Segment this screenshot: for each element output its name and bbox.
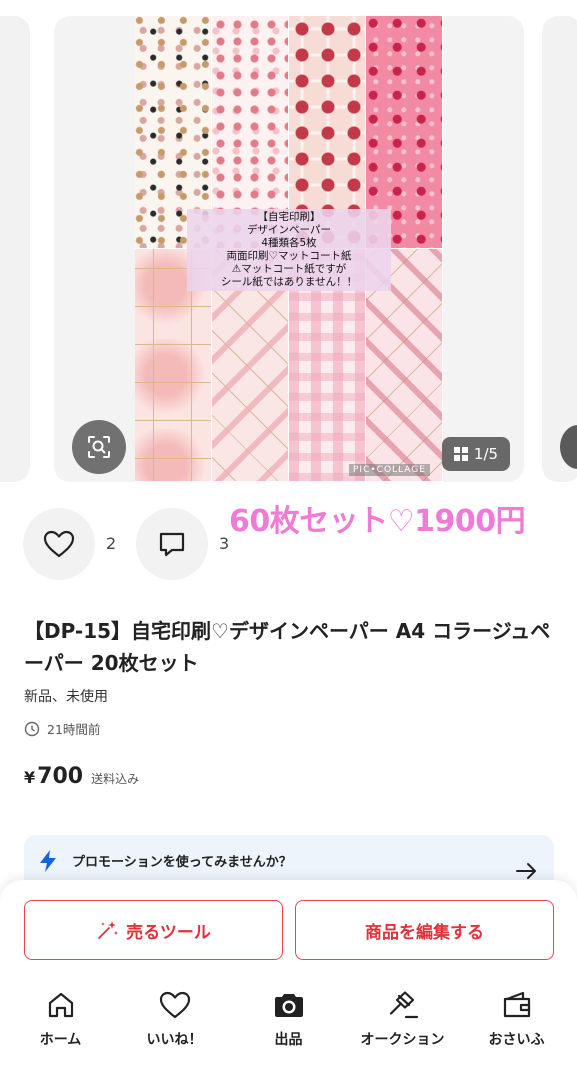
nav-auction[interactable]: オークション	[345, 985, 460, 1049]
nav-home-label: ホーム	[39, 1032, 82, 1048]
arrow-right-icon	[516, 863, 536, 879]
promotion-text: プロモーションを使ってみませんか？	[72, 855, 292, 870]
nav-likes[interactable]: いいね！	[117, 985, 232, 1049]
nav-home[interactable]: ホーム	[3, 985, 118, 1049]
posted-time: 21時間前	[24, 719, 100, 738]
edit-item-button[interactable]: 商品を編集する	[295, 900, 554, 960]
caption-line: 4種類各5枚	[261, 237, 317, 249]
shipping-label: 送料込み	[91, 772, 140, 786]
product-title: 【DP-15】自宅印刷♡デザインペーパー A4 コラージュペーパー 20枚セット	[24, 619, 551, 675]
image-counter-text: 1/5	[473, 445, 499, 463]
nav-auction-label: オークション	[360, 1032, 445, 1048]
price-amount: 700	[37, 764, 84, 789]
heart-icon	[159, 991, 190, 1019]
caption-line: ⚠マットコート紙ですが	[231, 263, 347, 275]
comment-button[interactable]	[136, 508, 208, 580]
caption-line: シール紙ではありません！！	[220, 276, 358, 288]
price: ¥ 700 送料込み	[24, 764, 139, 789]
home-icon	[48, 992, 73, 1018]
sell-tools-button[interactable]: 売るツール	[24, 900, 283, 960]
nav-wallet-label: おさいふ	[488, 1032, 545, 1048]
set-price-overlay: 60枚セット♡1900円	[229, 504, 526, 539]
comment-icon	[159, 532, 185, 557]
magic-wand-icon	[98, 921, 119, 939]
gavel-icon	[389, 991, 418, 1019]
image-counter[interactable]: 1/5	[442, 437, 510, 471]
like-button[interactable]	[23, 508, 95, 580]
heart-icon	[43, 530, 75, 558]
grid-icon	[453, 447, 468, 461]
price-currency: ¥	[24, 768, 36, 787]
image-caption: 【自宅印刷】 デザインペーパー 4種類各5枚 両面印刷♡マットコート紙 ⚠マット…	[187, 209, 391, 291]
nav-likes-label: いいね！	[146, 1032, 203, 1048]
posted-time-text: 21時間前	[47, 722, 101, 737]
scan-search-icon	[88, 436, 110, 458]
item-condition: 新品、未使用	[24, 689, 108, 705]
image-search-button[interactable]	[72, 420, 126, 474]
nav-sell-label: 出品	[274, 1032, 303, 1048]
nav-sell[interactable]: 出品	[231, 985, 346, 1049]
comment-count: 3	[219, 534, 230, 553]
bottom-nav: ホーム いいね！ 出品 オークション おさいふ	[0, 985, 577, 1065]
camera-icon	[274, 994, 303, 1017]
image-carousel[interactable]: 【自宅印刷】 デザインペーパー 4種類各5枚 両面印刷♡マットコート紙 ⚠マット…	[0, 0, 577, 490]
nav-wallet[interactable]: おさいふ	[459, 985, 574, 1049]
bottom-action-sheet: 売るツール 商品を編集する ホーム いいね！ 出品 オークション おさいふ	[0, 880, 577, 1080]
lightning-icon	[40, 850, 56, 872]
sell-tools-label: 売るツール	[126, 922, 211, 943]
caption-line: デザインペーパー	[247, 224, 331, 236]
collage-image: 【自宅印刷】 デザインペーパー 4種類各5枚 両面印刷♡マットコート紙 ⚠マット…	[135, 16, 443, 482]
like-count: 2	[106, 534, 117, 553]
watermark: PIC•COLLAGE	[349, 464, 430, 476]
previous-image-peek[interactable]	[0, 16, 30, 482]
clock-icon	[24, 721, 40, 736]
next-image-peek[interactable]	[542, 16, 577, 482]
caption-line: 【自宅印刷】	[257, 211, 321, 223]
product-image[interactable]: 【自宅印刷】 デザインペーパー 4種類各5枚 両面印刷♡マットコート紙 ⚠マット…	[54, 16, 524, 482]
wallet-icon	[503, 991, 530, 1018]
edit-item-label: 商品を編集する	[365, 922, 484, 943]
caption-line: 両面印刷♡マットコート紙	[226, 250, 352, 262]
